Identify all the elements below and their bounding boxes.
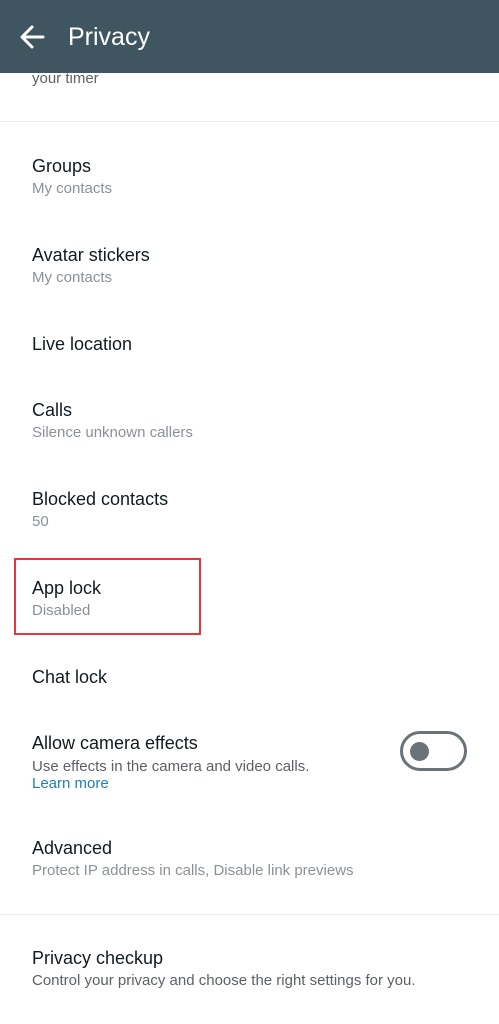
avatar-stickers-item[interactable]: Avatar stickers My contacts [0, 235, 499, 299]
avatar-stickers-subtitle: My contacts [32, 269, 113, 286]
blocked-contacts-count: 50 [32, 513, 49, 530]
privacy-checkup-subtitle: Control your privacy and choose the righ… [32, 972, 416, 989]
calls-item[interactable]: Calls Silence unknown callers [0, 390, 499, 454]
chat-lock-item[interactable]: Chat lock [0, 653, 499, 701]
privacy-checkup-item[interactable]: Privacy checkup Control your privacy and… [0, 938, 499, 1002]
page-title: Privacy [68, 23, 150, 51]
live-location-item[interactable]: Live location [0, 320, 499, 368]
advanced-subtitle: Protect IP address in calls, Disable lin… [32, 862, 354, 879]
divider [0, 914, 499, 915]
partial-item-subtitle: your timer [32, 70, 99, 87]
app-bar: Privacy [0, 0, 499, 73]
toggle-knob [410, 742, 429, 761]
divider [0, 121, 499, 122]
calls-subtitle: Silence unknown callers [32, 424, 193, 441]
advanced-item[interactable]: Advanced Protect IP address in calls, Di… [0, 828, 499, 892]
advanced-title: Advanced [32, 838, 113, 858]
camera-effects-toggle[interactable] [400, 731, 467, 771]
highlight-box [14, 558, 201, 635]
learn-more-link[interactable]: Learn more [32, 774, 109, 794]
blocked-contacts-item[interactable]: Blocked contacts 50 [0, 479, 499, 543]
chat-lock-title: Chat lock [32, 667, 108, 687]
blocked-contacts-title: Blocked contacts [32, 489, 169, 509]
avatar-stickers-title: Avatar stickers [32, 245, 150, 265]
groups-subtitle: My contacts [32, 180, 113, 197]
calls-title: Calls [32, 400, 73, 420]
camera-effects-title: Allow camera effects [32, 733, 198, 753]
arrow-left-icon[interactable] [19, 24, 45, 50]
groups-item[interactable]: Groups My contacts [0, 146, 499, 210]
groups-title: Groups [32, 156, 92, 176]
live-location-title: Live location [32, 334, 133, 354]
privacy-checkup-title: Privacy checkup [32, 948, 164, 968]
